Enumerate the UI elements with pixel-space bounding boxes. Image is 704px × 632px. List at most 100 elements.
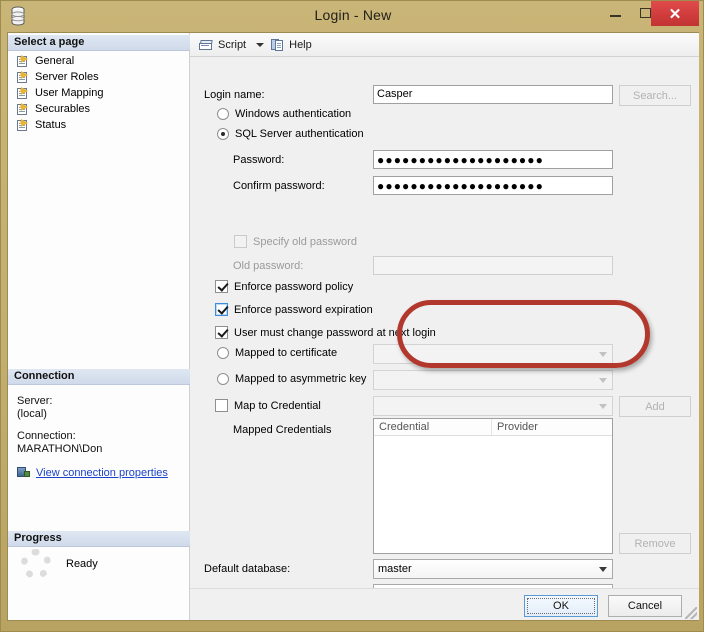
sidebar-item-label: Status <box>35 119 67 131</box>
sidebar-item-status[interactable]: Status <box>8 117 190 133</box>
spinner-icon <box>21 549 51 579</box>
mapped-credentials-label: Mapped Credentials <box>233 424 332 436</box>
page-list: General Server Roles User Mapping Secura… <box>8 53 190 133</box>
window-title: Login - New <box>314 7 392 23</box>
old-password-input[interactable] <box>373 256 613 275</box>
user-must-change-password-label: User must change password at next login <box>234 326 436 339</box>
connection-label: Connection: <box>17 430 76 442</box>
connection-info: Server: (local) Connection: MARATHON\Don… <box>8 387 190 479</box>
mapped-to-certificate-label: Mapped to certificate <box>235 347 338 359</box>
minimize-button[interactable] <box>601 2 629 24</box>
chevron-down-icon <box>599 352 607 357</box>
right-pane: Script Help Login name: Casper Search... <box>190 33 699 620</box>
resize-grip[interactable] <box>685 607 697 619</box>
chevron-down-icon[interactable] <box>256 42 265 47</box>
windows-authentication-label: Windows authentication <box>235 108 352 120</box>
left-pane: Select a page General Server Roles User … <box>8 33 190 620</box>
ok-button[interactable]: OK <box>524 595 598 617</box>
asymmetric-key-combobox[interactable] <box>373 370 613 390</box>
maximize-icon <box>639 8 651 18</box>
sidebar-item-label: User Mapping <box>35 87 104 99</box>
view-connection-properties-link[interactable]: View connection properties <box>17 466 181 479</box>
windows-authentication-radio[interactable]: Windows authentication <box>217 108 351 120</box>
enforce-password-policy-checkbox[interactable]: Enforce password policy <box>215 280 353 293</box>
dialog-footer: OK Cancel <box>190 588 699 620</box>
mapped-to-asymmetric-key-radio[interactable]: Mapped to asymmetric key <box>217 373 366 385</box>
title-bar: Login - New ✕ <box>1 1 704 32</box>
checkbox-indicator <box>234 235 247 248</box>
column-header-credential[interactable]: Credential <box>374 419 492 435</box>
close-icon: ✕ <box>668 5 682 23</box>
minimize-icon <box>609 15 621 17</box>
specify-old-password-label: Specify old password <box>253 235 357 248</box>
chevron-down-icon <box>599 378 607 383</box>
sidebar-item-general[interactable]: General <box>8 53 190 69</box>
enforce-password-expiration-label: Enforce password expiration <box>234 303 373 316</box>
cancel-button[interactable]: Cancel <box>608 595 682 617</box>
page-arrow-icon <box>17 118 30 132</box>
add-button[interactable]: Add <box>619 396 691 417</box>
default-database-combobox[interactable]: master <box>373 559 613 579</box>
enforce-password-policy-label: Enforce password policy <box>234 280 354 293</box>
remove-button[interactable]: Remove <box>619 533 691 554</box>
server-label: Server: <box>17 395 53 407</box>
column-header-provider[interactable]: Provider <box>492 419 612 435</box>
sidebar-item-user-mapping[interactable]: User Mapping <box>8 85 190 101</box>
help-label: Help <box>289 38 312 51</box>
page-arrow-icon <box>17 86 30 100</box>
sidebar-item-securables[interactable]: Securables <box>8 101 190 117</box>
sidebar-item-label: General <box>35 55 75 67</box>
connection-properties-icon <box>17 466 31 479</box>
toolbar: Script Help <box>190 33 699 57</box>
script-button[interactable]: Script <box>196 36 249 54</box>
mapped-to-certificate-radio[interactable]: Mapped to certificate <box>217 347 337 359</box>
connection-value: MARATHON\Don <box>17 443 103 455</box>
specify-old-password-checkbox[interactable]: Specify old password <box>234 235 357 248</box>
map-to-credential-checkbox[interactable]: Map to Credential <box>215 399 321 412</box>
close-button[interactable]: ✕ <box>651 1 699 26</box>
password-input[interactable]: ●●●●●●●●●●●●●●●●●●●● <box>373 150 613 169</box>
script-label: Script <box>218 38 247 51</box>
focus-ring <box>527 598 595 614</box>
dialog-client-area: Select a page General Server Roles User … <box>7 32 699 621</box>
progress-header: Progress <box>8 531 190 547</box>
credential-combobox[interactable] <box>373 396 613 416</box>
sidebar-item-label: Securables <box>35 103 91 115</box>
help-pages-icon <box>271 38 285 52</box>
script-scroll-icon <box>199 38 214 52</box>
radio-indicator <box>217 373 229 385</box>
login-dialog-window: Login - New ✕ Select a page General Serv… <box>0 0 704 632</box>
progress-status: Ready <box>66 558 98 570</box>
radio-indicator <box>217 128 229 140</box>
search-button[interactable]: Search... <box>619 85 691 106</box>
default-database-value: master <box>378 563 412 575</box>
mapped-credentials-header: Credential Provider <box>374 419 612 436</box>
default-database-label: Default database: <box>204 563 291 575</box>
select-a-page-header: Select a page <box>8 35 190 51</box>
user-must-change-password-checkbox[interactable]: User must change password at next login <box>215 326 436 339</box>
sql-server-authentication-radio[interactable]: SQL Server authentication <box>217 128 364 140</box>
mapped-credentials-list[interactable]: Credential Provider <box>373 418 613 554</box>
enforce-password-expiration-checkbox[interactable]: Enforce password expiration <box>215 303 373 316</box>
checkbox-indicator <box>215 280 228 293</box>
server-value: (local) <box>17 408 47 420</box>
sidebar-item-server-roles[interactable]: Server Roles <box>8 69 190 85</box>
old-password-label: Old password: <box>233 260 304 272</box>
chevron-down-icon <box>599 567 607 572</box>
connection-header: Connection <box>8 369 190 385</box>
help-button[interactable]: Help <box>268 36 315 54</box>
view-connection-properties-label: View connection properties <box>36 466 168 479</box>
map-to-credential-label: Map to Credential <box>234 399 321 412</box>
cancel-label: Cancel <box>627 600 663 612</box>
certificate-combobox[interactable] <box>373 344 613 364</box>
confirm-password-input[interactable]: ●●●●●●●●●●●●●●●●●●●● <box>373 176 613 195</box>
page-arrow-icon <box>17 54 30 68</box>
checkbox-indicator <box>215 303 228 316</box>
radio-indicator <box>217 347 229 359</box>
checkbox-indicator <box>215 326 228 339</box>
login-name-label: Login name: <box>204 89 265 101</box>
confirm-password-label: Confirm password: <box>233 180 325 192</box>
mapped-to-asymmetric-key-label: Mapped to asymmetric key <box>235 373 367 385</box>
progress-info: Ready <box>8 549 190 579</box>
login-name-input[interactable]: Casper <box>373 85 613 104</box>
